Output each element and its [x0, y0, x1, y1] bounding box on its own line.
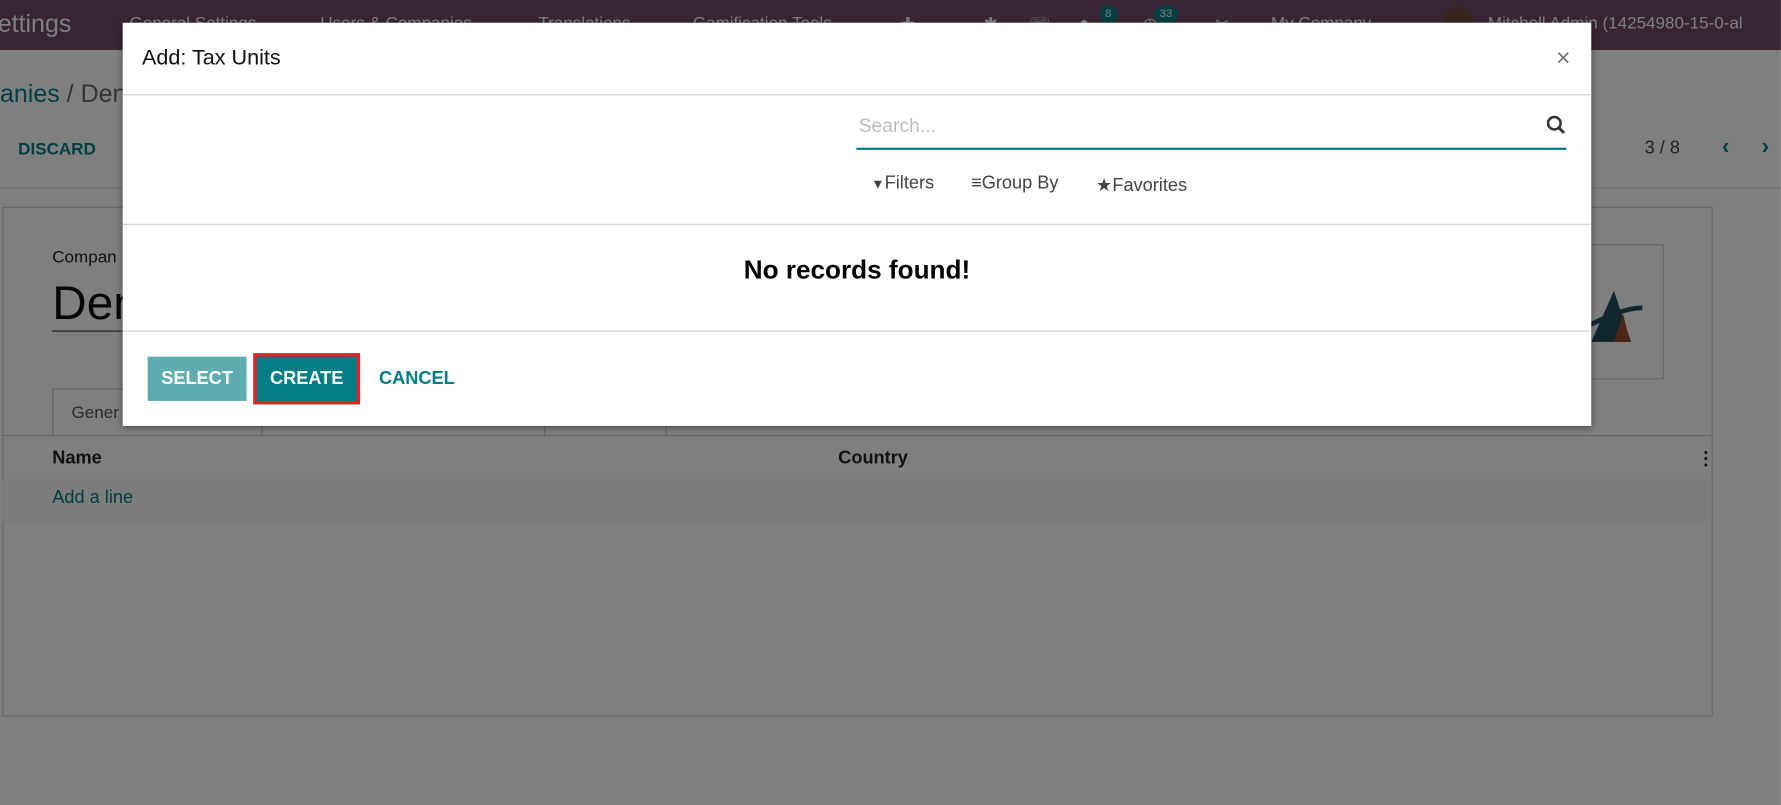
divider: [122, 94, 1592, 96]
bars-icon: ≡: [971, 173, 982, 194]
search-icon[interactable]: [1546, 115, 1566, 135]
favorites-button[interactable]: ★Favorites: [1096, 174, 1187, 197]
divider: [122, 223, 1592, 225]
favorites-label: Favorites: [1112, 176, 1188, 196]
dialog-title: Add: Tax Units: [141, 46, 281, 71]
group-by-button[interactable]: ≡Group By: [971, 174, 1058, 194]
create-button[interactable]: CREATE: [253, 353, 361, 405]
select-button[interactable]: SELECT: [147, 356, 247, 401]
filter-icon: ▼: [871, 176, 885, 192]
star-icon: ★: [1096, 176, 1113, 196]
close-icon[interactable]: ×: [1556, 43, 1571, 73]
search-input[interactable]: [856, 107, 1520, 145]
search-bar: [856, 107, 1567, 150]
empty-message: No records found!: [743, 254, 971, 284]
filters-button[interactable]: ▼Filters: [871, 174, 934, 194]
divider: [122, 330, 1592, 332]
group-by-label: Group By: [981, 173, 1059, 194]
filters-label: Filters: [884, 173, 935, 194]
add-tax-units-dialog: Add: Tax Units × ▼Filters ≡Group By ★Fav…: [122, 22, 1592, 426]
cancel-button[interactable]: CANCEL: [373, 357, 462, 401]
